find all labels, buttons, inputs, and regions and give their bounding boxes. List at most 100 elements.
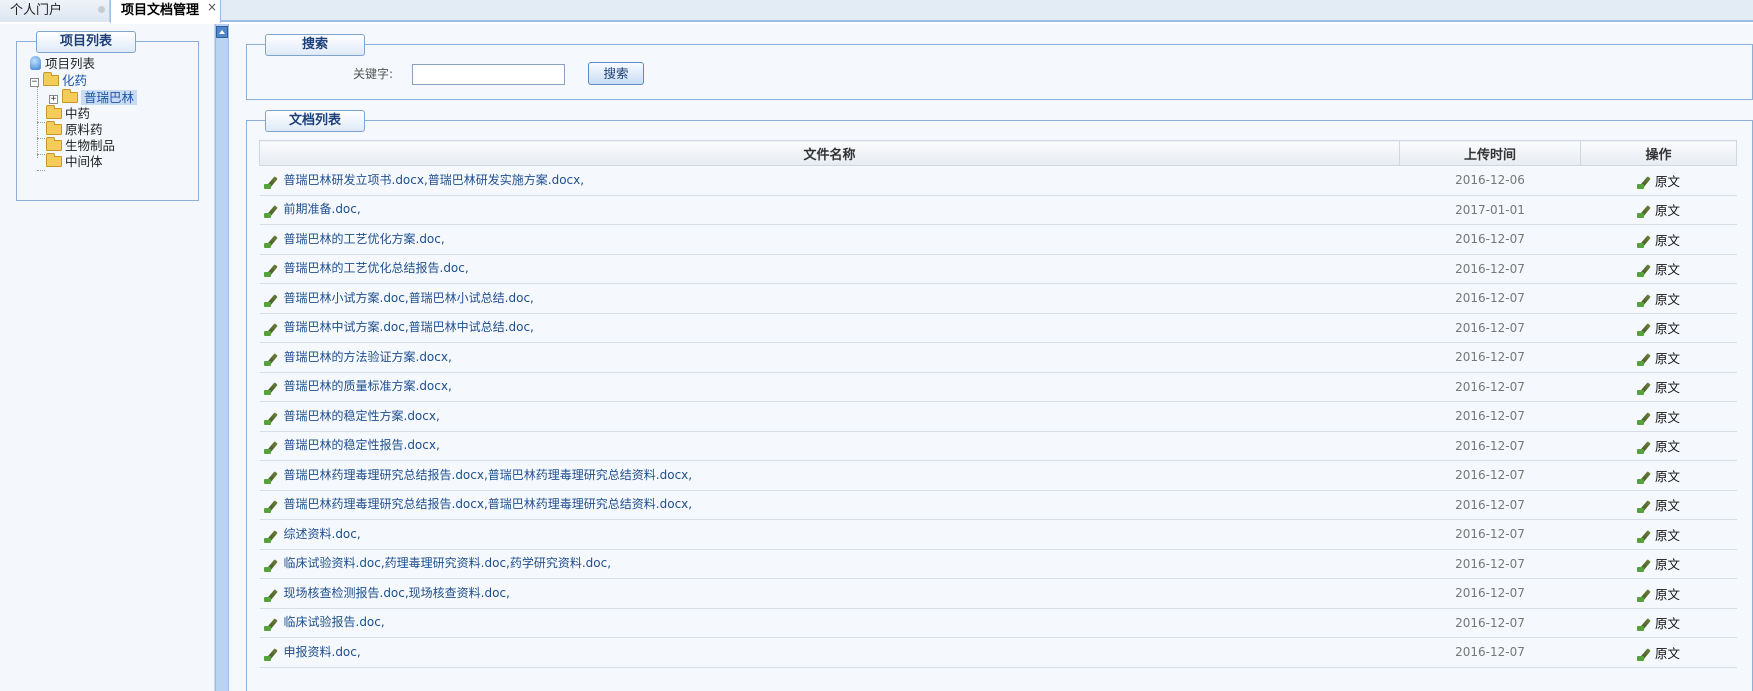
edit-doc-icon bbox=[263, 176, 280, 190]
table-row: 临床试验报告.doc, 2016-12-07 原文 bbox=[259, 608, 1737, 638]
keyword-input[interactable] bbox=[412, 64, 565, 85]
view-original-label: 原文 bbox=[1654, 380, 1680, 396]
column-header-filename: 文件名称 bbox=[259, 140, 1400, 166]
filename-cell[interactable]: 普瑞巴林中试方案.doc,普瑞巴林中试总结.doc, bbox=[259, 313, 1400, 343]
search-button[interactable]: 搜索 bbox=[588, 62, 644, 85]
column-header-upload-time: 上传时间 bbox=[1399, 140, 1581, 166]
filename-cell[interactable]: 普瑞巴林的工艺优化方案.doc, bbox=[259, 224, 1400, 255]
table-row: 普瑞巴林的稳定性报告.docx, 2016-12-07 原文 bbox=[259, 431, 1737, 461]
table-row: 普瑞巴林中试方案.doc,普瑞巴林中试总结.doc, 2016-12-07 原文 bbox=[259, 313, 1737, 343]
doc-table: 文件名称 上传时间 操作 普瑞巴林研发立项书.docx,普瑞巴林研发实施方案.d… bbox=[259, 140, 1737, 668]
view-original-button[interactable]: 原文 bbox=[1636, 321, 1680, 337]
collapse-toggle-icon[interactable]: − bbox=[30, 78, 39, 87]
filename-text: 现场核查检测报告.doc,现场核查资料.doc, bbox=[283, 585, 510, 600]
filename-text: 前期准备.doc, bbox=[283, 202, 361, 217]
upload-date-cell: 2016-12-07 bbox=[1399, 431, 1581, 461]
view-original-button[interactable]: 原文 bbox=[1636, 174, 1680, 190]
pane-splitter[interactable] bbox=[215, 24, 229, 691]
edit-doc-icon bbox=[263, 618, 280, 632]
table-row: 普瑞巴林小试方案.doc,普瑞巴林小试总结.doc, 2016-12-07 原文 bbox=[259, 283, 1737, 314]
edit-doc-icon bbox=[1636, 559, 1653, 573]
view-original-button[interactable]: 原文 bbox=[1636, 557, 1680, 573]
tree-line bbox=[37, 154, 45, 155]
tree-node-huayao[interactable]: − 化药 bbox=[30, 72, 87, 90]
view-original-label: 原文 bbox=[1654, 645, 1680, 661]
close-icon[interactable]: × bbox=[207, 0, 217, 18]
expand-toggle-icon[interactable]: + bbox=[49, 95, 58, 104]
filename-cell[interactable]: 综述资料.doc, bbox=[259, 519, 1400, 550]
action-cell: 原文 bbox=[1580, 195, 1737, 225]
filename-cell[interactable]: 普瑞巴林药理毒理研究总结报告.docx,普瑞巴林药理毒理研究总结资料.docx, bbox=[259, 460, 1400, 491]
filename-cell[interactable]: 普瑞巴林小试方案.doc,普瑞巴林小试总结.doc, bbox=[259, 283, 1400, 314]
filename-cell[interactable]: 现场核查检测报告.doc,现场核查资料.doc, bbox=[259, 578, 1400, 609]
action-cell: 原文 bbox=[1580, 283, 1737, 314]
filename-cell[interactable]: 前期准备.doc, bbox=[259, 195, 1400, 225]
table-row: 普瑞巴林药理毒理研究总结报告.docx,普瑞巴林药理毒理研究总结资料.docx,… bbox=[259, 490, 1737, 520]
tab-dot-icon bbox=[98, 6, 105, 13]
table-row: 申报资料.doc, 2016-12-07 原文 bbox=[259, 637, 1737, 668]
edit-doc-icon bbox=[263, 589, 280, 603]
upload-date-cell: 2016-12-07 bbox=[1399, 313, 1581, 343]
upload-date-cell: 2016-12-07 bbox=[1399, 578, 1581, 609]
folder-icon bbox=[46, 121, 62, 135]
action-cell: 原文 bbox=[1580, 608, 1737, 638]
filename-cell[interactable]: 普瑞巴林的稳定性方案.docx, bbox=[259, 401, 1400, 432]
edit-doc-icon bbox=[263, 294, 280, 308]
action-cell: 原文 bbox=[1580, 578, 1737, 609]
filename-cell[interactable]: 普瑞巴林的稳定性报告.docx, bbox=[259, 431, 1400, 461]
project-tree-pane: 项目列表 项目列表 − 化药 + 普瑞巴林 中药 原料药 生物制品 中间体 bbox=[0, 24, 215, 691]
tree-label: 普瑞巴林 bbox=[81, 90, 138, 105]
edit-doc-icon bbox=[263, 264, 280, 278]
filename-cell[interactable]: 临床试验报告.doc, bbox=[259, 608, 1400, 638]
tab-project-docs[interactable]: 项目文档管理 × bbox=[110, 0, 221, 23]
action-cell: 原文 bbox=[1580, 431, 1737, 461]
column-header-action: 操作 bbox=[1580, 140, 1737, 166]
edit-doc-icon bbox=[1636, 441, 1653, 455]
main-content: 搜索 关键字: 搜索 文档列表 文件名称 上传时间 操作 普瑞巴林研发立项书.d… bbox=[230, 24, 1753, 691]
upload-date-cell: 2016-12-07 bbox=[1399, 460, 1581, 491]
edit-doc-icon bbox=[1636, 294, 1653, 308]
table-row: 综述资料.doc, 2016-12-07 原文 bbox=[259, 519, 1737, 550]
upload-date-cell: 2016-12-07 bbox=[1399, 224, 1581, 255]
filename-cell[interactable]: 普瑞巴林的质量标准方案.docx, bbox=[259, 372, 1400, 402]
view-original-button[interactable]: 原文 bbox=[1636, 410, 1680, 425]
collapse-pane-icon[interactable] bbox=[216, 26, 228, 38]
edit-doc-icon bbox=[263, 441, 280, 455]
filename-text: 临床试验报告.doc, bbox=[283, 615, 385, 630]
folder-icon bbox=[46, 137, 62, 151]
view-original-button[interactable]: 原文 bbox=[1636, 380, 1680, 396]
view-original-button[interactable]: 原文 bbox=[1636, 203, 1680, 219]
view-original-label: 原文 bbox=[1654, 468, 1680, 484]
filename-cell[interactable]: 临床试验资料.doc,药理毒理研究资料.doc,药学研究资料.doc, bbox=[259, 549, 1400, 579]
view-original-button[interactable]: 原文 bbox=[1636, 468, 1680, 484]
tree-root[interactable]: 项目列表 bbox=[30, 55, 95, 73]
edit-doc-icon bbox=[1636, 176, 1653, 190]
view-original-button[interactable]: 原文 bbox=[1636, 498, 1680, 514]
tree-line bbox=[37, 138, 45, 139]
view-original-label: 原文 bbox=[1654, 557, 1680, 573]
tree-label: 中间体 bbox=[65, 154, 103, 169]
view-original-button[interactable]: 原文 bbox=[1636, 292, 1680, 308]
view-original-button[interactable]: 原文 bbox=[1636, 587, 1680, 603]
edit-doc-icon bbox=[1636, 589, 1653, 603]
action-cell: 原文 bbox=[1580, 549, 1737, 579]
root-node-icon bbox=[30, 56, 41, 70]
tree-node-zhongjianti[interactable]: 中间体 bbox=[46, 153, 103, 171]
view-original-label: 原文 bbox=[1654, 203, 1680, 219]
filename-cell[interactable]: 申报资料.doc, bbox=[259, 637, 1400, 668]
view-original-button[interactable]: 原文 bbox=[1636, 439, 1680, 455]
table-row: 现场核查检测报告.doc,现场核查资料.doc, 2016-12-07 原文 bbox=[259, 578, 1737, 609]
view-original-button[interactable]: 原文 bbox=[1636, 645, 1680, 661]
filename-cell[interactable]: 普瑞巴林的方法验证方案.docx, bbox=[259, 342, 1400, 373]
tab-personal-portal[interactable]: 个人门户 bbox=[0, 0, 110, 22]
view-original-button[interactable]: 原文 bbox=[1636, 528, 1680, 543]
filename-text: 综述资料.doc, bbox=[283, 526, 361, 541]
filename-cell[interactable]: 普瑞巴林的工艺优化总结报告.doc, bbox=[259, 254, 1400, 284]
view-original-button[interactable]: 原文 bbox=[1636, 351, 1680, 366]
filename-cell[interactable]: 普瑞巴林研发立项书.docx,普瑞巴林研发实施方案.docx, bbox=[259, 165, 1400, 196]
edit-doc-icon bbox=[263, 353, 280, 367]
filename-cell[interactable]: 普瑞巴林药理毒理研究总结报告.docx,普瑞巴林药理毒理研究总结资料.docx, bbox=[259, 490, 1400, 520]
view-original-button[interactable]: 原文 bbox=[1636, 262, 1680, 278]
view-original-button[interactable]: 原文 bbox=[1636, 233, 1680, 248]
view-original-button[interactable]: 原文 bbox=[1636, 616, 1680, 632]
